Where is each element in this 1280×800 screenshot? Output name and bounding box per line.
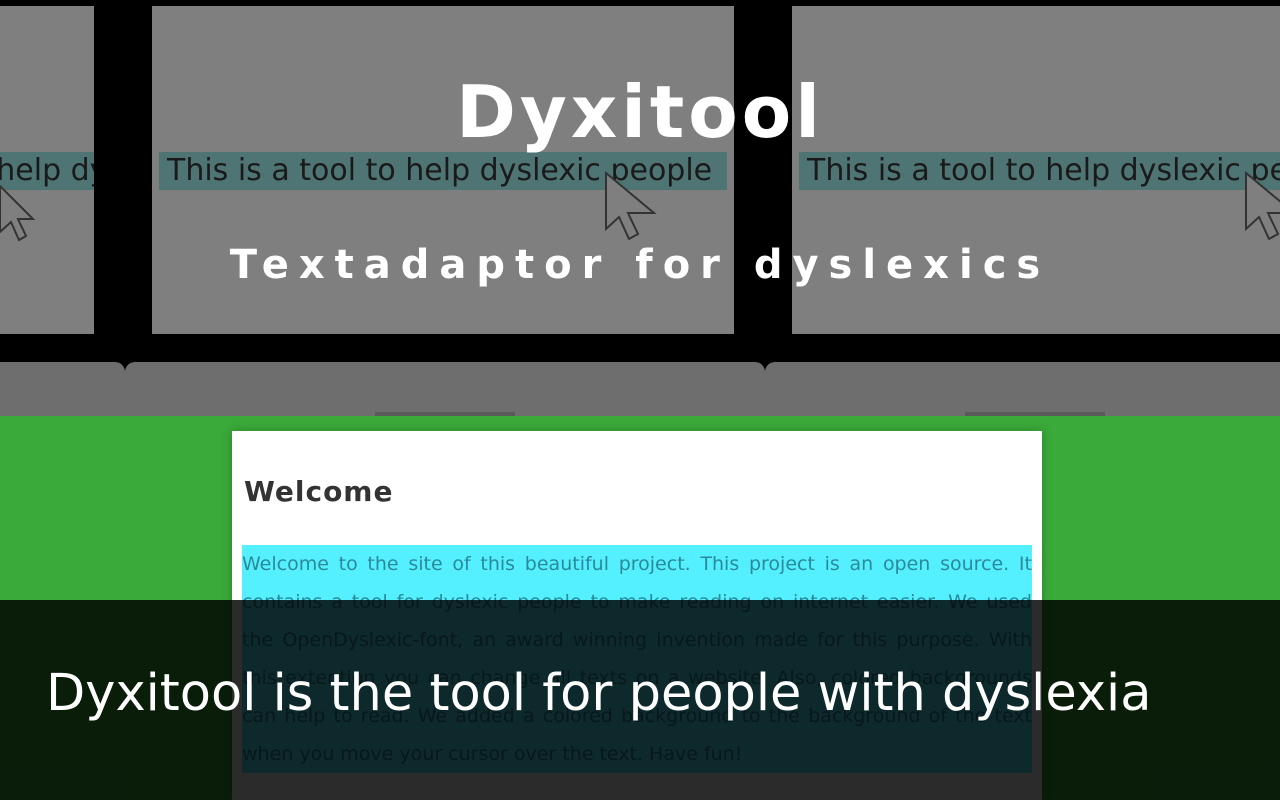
caption-text: Dyxitool is the tool for people with dys… bbox=[46, 664, 1152, 723]
laptop-base bbox=[765, 362, 1280, 416]
demo-highlight-text: This is a tool to help dyslexic people bbox=[799, 152, 1280, 190]
cursor-icon bbox=[1245, 171, 1280, 241]
cursor-icon bbox=[0, 184, 36, 242]
site-subtitle: Textadaptor for dyslexics bbox=[229, 242, 1051, 288]
laptop-base bbox=[0, 362, 125, 416]
cursor-icon bbox=[605, 171, 657, 241]
site-title: Dyxitool bbox=[456, 70, 824, 154]
laptop-base bbox=[125, 362, 765, 416]
welcome-heading: Welcome bbox=[244, 475, 394, 508]
hero-banner: This is a tool to help dyslexic people T… bbox=[0, 0, 1280, 416]
